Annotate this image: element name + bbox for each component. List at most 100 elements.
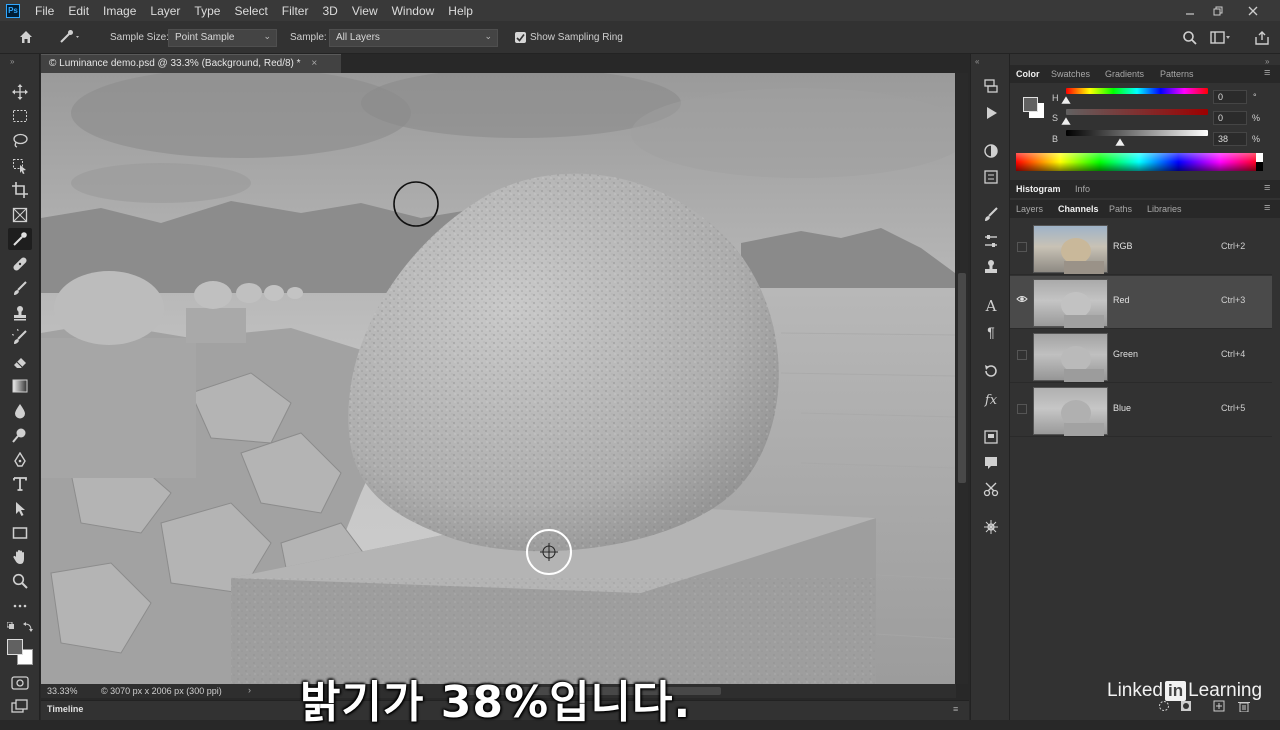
move-tool-icon[interactable] [8, 81, 32, 103]
spectrum-white-swatch[interactable] [1256, 153, 1263, 162]
eye-icon[interactable] [1016, 294, 1028, 306]
visibility-toggle[interactable] [1017, 404, 1027, 414]
panel-menu-icon[interactable]: ≡ [1264, 202, 1270, 214]
menu-select[interactable]: Select [227, 4, 274, 18]
blur-tool-icon[interactable] [8, 400, 32, 422]
menu-file[interactable]: File [28, 4, 61, 18]
tab-channels[interactable]: Channels [1058, 204, 1099, 214]
tab-layers[interactable]: Layers [1016, 204, 1043, 214]
eyedropper-tool-preset-icon[interactable] [58, 29, 80, 48]
styles-fx-icon[interactable]: fx [979, 390, 1003, 410]
vertical-scroll-thumb[interactable] [958, 273, 966, 483]
workspace-icon[interactable] [1210, 30, 1232, 49]
saturation-slider[interactable] [1066, 109, 1208, 115]
brush-tool-icon[interactable] [8, 277, 32, 299]
menu-help[interactable]: Help [441, 4, 480, 18]
pen-tool-icon[interactable] [8, 449, 32, 471]
notes-panel-icon[interactable] [979, 453, 1003, 473]
healing-brush-tool-icon[interactable] [8, 253, 32, 275]
panel-menu-icon[interactable]: ≡ [953, 704, 958, 714]
search-icon[interactable] [1182, 30, 1198, 49]
hue-slider[interactable] [1066, 88, 1208, 94]
menu-image[interactable]: Image [96, 4, 143, 18]
channel-row-rgb[interactable]: RGB Ctrl+2 [1010, 222, 1272, 275]
tab-swatches[interactable]: Swatches [1051, 69, 1090, 79]
hue-slider-handle[interactable] [1060, 95, 1072, 107]
save-selection-as-channel-icon[interactable] [1180, 700, 1192, 715]
clone-stamp-tool-icon[interactable] [8, 302, 32, 324]
trash-icon[interactable] [1238, 700, 1250, 715]
more-tools-icon[interactable] [8, 595, 32, 617]
home-icon[interactable] [18, 29, 34, 48]
saturation-slider-handle[interactable] [1060, 116, 1072, 128]
brushes-panel-icon[interactable] [979, 231, 1003, 251]
paragraph-panel-icon[interactable]: ¶ [979, 322, 1003, 342]
channel-row-blue[interactable]: Blue Ctrl+5 [1010, 384, 1272, 437]
brightness-slider[interactable] [1066, 130, 1208, 136]
new-channel-icon[interactable] [1213, 700, 1225, 715]
menu-layer[interactable]: Layer [143, 4, 187, 18]
properties-panel-icon[interactable] [979, 167, 1003, 187]
zoom-level[interactable]: 33.33% [47, 686, 78, 696]
collapse-toolbar-icon[interactable]: » [10, 57, 14, 66]
tab-histogram[interactable]: Histogram [1016, 184, 1061, 194]
zoom-tool-icon[interactable] [8, 570, 32, 592]
channel-row-green[interactable]: Green Ctrl+4 [1010, 330, 1272, 383]
document-tab[interactable]: © Luminance demo.psd @ 33.3% (Background… [41, 54, 341, 73]
sample-size-dropdown[interactable]: Point Sample ⌄ [168, 29, 277, 47]
close-tab-icon[interactable]: × [311, 58, 317, 69]
marquee-tool-icon[interactable] [8, 105, 32, 127]
visibility-toggle[interactable] [1017, 242, 1027, 252]
tab-info[interactable]: Info [1075, 184, 1090, 194]
3d-panel-icon[interactable] [979, 517, 1003, 537]
image-canvas[interactable] [41, 73, 955, 684]
tab-gradients[interactable]: Gradients [1105, 69, 1144, 79]
close-icon[interactable] [1238, 0, 1268, 21]
hand-tool-icon[interactable] [8, 546, 32, 568]
rectangle-tool-icon[interactable] [8, 522, 32, 544]
color-spectrum-ramp[interactable] [1016, 153, 1262, 171]
tab-libraries[interactable]: Libraries [1147, 204, 1182, 214]
crop-tool-icon[interactable] [8, 179, 32, 201]
menu-view[interactable]: View [345, 4, 385, 18]
spectrum-black-swatch[interactable] [1256, 162, 1263, 171]
menu-edit[interactable]: Edit [61, 4, 96, 18]
swatch-history-icon[interactable] [979, 361, 1003, 381]
panel-menu-icon[interactable]: ≡ [1264, 182, 1270, 194]
tool-presets-icon[interactable] [979, 479, 1003, 499]
history-panel-icon[interactable] [979, 76, 1003, 96]
lasso-tool-icon[interactable] [8, 130, 32, 152]
tab-paths[interactable]: Paths [1109, 204, 1132, 214]
saturation-value-field[interactable]: 0 [1213, 111, 1247, 125]
menu-window[interactable]: Window [385, 4, 442, 18]
default-colors-icon[interactable] [6, 621, 33, 637]
timeline-tab[interactable]: Timeline [47, 704, 83, 714]
status-menu-arrow-icon[interactable]: › [248, 685, 251, 695]
path-selection-tool-icon[interactable] [8, 498, 32, 520]
dodge-tool-icon[interactable] [8, 424, 32, 446]
sample-dropdown[interactable]: All Layers ⌄ [329, 29, 498, 47]
history-brush-tool-icon[interactable] [8, 326, 32, 348]
clone-source-panel-icon[interactable] [979, 257, 1003, 277]
canvas-vertical-scrollbar[interactable] [956, 73, 968, 684]
show-sampling-ring-checkbox[interactable] [515, 32, 526, 43]
panel-menu-icon[interactable]: ≡ [1264, 67, 1270, 79]
menu-3d[interactable]: 3D [315, 4, 344, 18]
visibility-toggle[interactable] [1017, 350, 1027, 360]
load-channel-as-selection-icon[interactable] [1158, 700, 1170, 715]
minimize-icon[interactable] [1175, 0, 1205, 21]
gradient-tool-icon[interactable] [8, 375, 32, 397]
restore-icon[interactable] [1203, 0, 1233, 21]
hue-value-field[interactable]: 0 [1213, 90, 1247, 104]
menu-type[interactable]: Type [187, 4, 227, 18]
adjustments-panel-icon[interactable] [979, 141, 1003, 161]
frame-tool-icon[interactable] [8, 204, 32, 226]
character-panel-icon[interactable]: A [979, 296, 1003, 316]
brightness-value-field[interactable]: 38 [1213, 132, 1247, 146]
type-tool-icon[interactable] [8, 473, 32, 495]
actions-play-icon[interactable] [979, 103, 1003, 123]
tab-color[interactable]: Color [1016, 69, 1040, 79]
quick-mask-icon[interactable] [11, 676, 29, 693]
menu-filter[interactable]: Filter [275, 4, 316, 18]
color-panel-foreground-swatch[interactable] [1023, 97, 1038, 112]
